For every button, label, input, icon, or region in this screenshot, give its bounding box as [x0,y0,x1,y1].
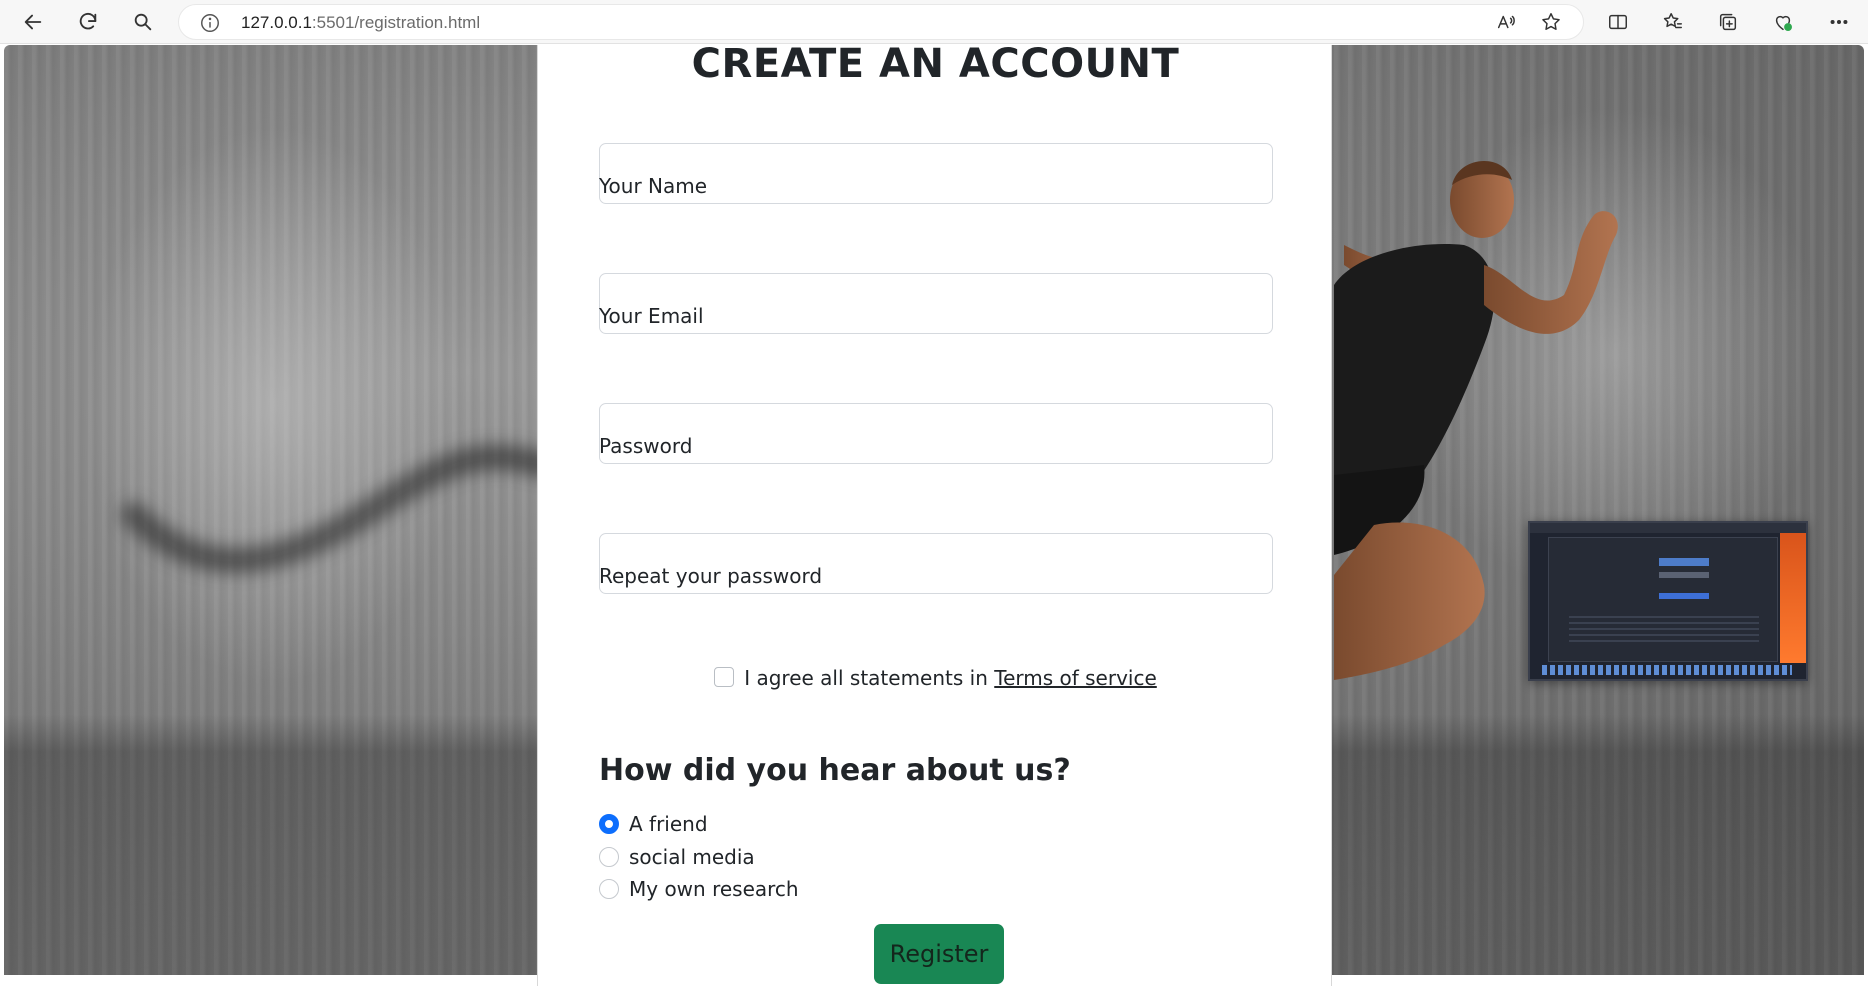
thumbnail-bar-2 [1659,572,1709,578]
read-aloud-icon[interactable] [1490,6,1522,38]
favorites-icon[interactable] [1657,6,1689,38]
radio-label-own-research: My own research [629,877,799,901]
page-title: CREATE AN ACCOUNT [691,45,1180,87]
browser-essentials-icon[interactable] [1767,6,1799,38]
terms-agreement: I agree all statements in Terms of servi… [538,666,1333,690]
radio-option-friend[interactable]: A friend [599,811,708,837]
more-options-icon[interactable] [1823,6,1855,38]
refresh-icon[interactable] [72,6,104,38]
terms-checkbox[interactable] [714,667,735,687]
thumbnail-window [1548,537,1778,662]
terms-of-service-link[interactable]: Terms of service [994,666,1157,690]
radio-option-own-research[interactable]: My own research [599,876,799,902]
registration-form-panel: CREATE AN ACCOUNT Your Name Your Email P… [537,45,1332,986]
password-input[interactable] [599,403,1273,464]
thumbnail-titlebar [1530,523,1806,533]
collections-icon[interactable] [1712,6,1744,38]
url-host: 127.0.0.1 [241,13,312,32]
url-text: 127.0.0.1:5501/registration.html [241,13,480,33]
radio-option-social-media[interactable]: social media [599,844,755,870]
password-label: Password [599,434,693,458]
rope-shadow-image [121,444,544,574]
radio-button-friend[interactable] [599,814,619,834]
screen-thumbnail-overlay[interactable] [1528,521,1808,681]
email-label: Your Email [599,304,704,328]
back-icon[interactable] [17,6,49,38]
repeat-password-label: Repeat your password [599,564,823,588]
thumbnail-button [1659,593,1709,599]
register-button[interactable]: Register [874,924,1004,984]
site-info-icon[interactable] [199,12,221,34]
favorite-star-icon[interactable] [1535,6,1567,38]
split-screen-icon[interactable] [1602,6,1634,38]
radio-button-social-media[interactable] [599,847,619,867]
thumbnail-bar [1659,558,1709,566]
search-icon[interactable] [127,6,159,38]
browser-toolbar: 127.0.0.1:5501/registration.html [0,0,1868,44]
address-bar[interactable]: 127.0.0.1:5501/registration.html [178,4,1584,40]
page-viewport: CREATE AN ACCOUNT Your Name Your Email P… [4,45,1864,986]
name-label: Your Name [599,174,708,198]
thumbnail-code-lines [1569,616,1759,646]
radio-label-social-media: social media [629,845,755,869]
url-path: :5501/registration.html [311,13,481,32]
thumbnail-wallpaper-strip [1780,533,1806,663]
radio-label-friend: A friend [629,812,708,836]
hear-about-heading: How did you hear about us? [599,753,1071,788]
thumbnail-dock [1542,665,1792,675]
terms-agree-text: I agree all statements in [744,666,995,690]
radio-button-own-research[interactable] [599,879,619,899]
